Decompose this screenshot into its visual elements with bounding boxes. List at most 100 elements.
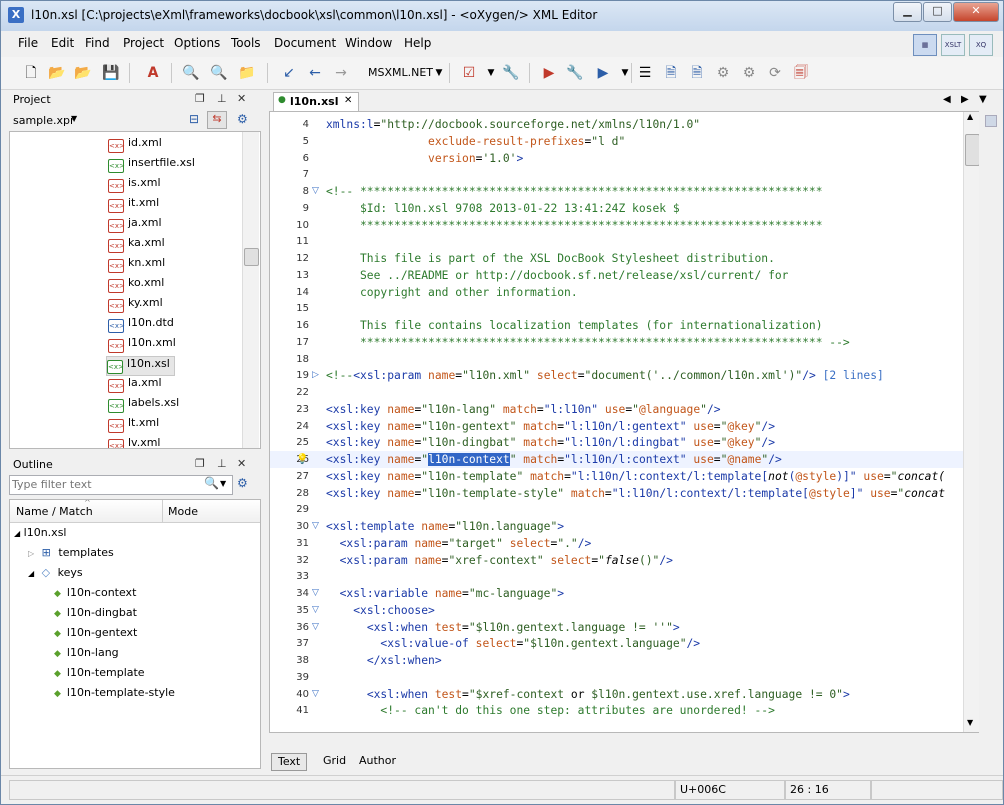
outline-key-item[interactable]: ◆ l10n-context bbox=[54, 586, 136, 604]
search-icon[interactable]: 🔍 bbox=[204, 476, 219, 490]
code-line[interactable]: 8 ▽ <!-- *********************************… bbox=[270, 183, 979, 200]
code-line[interactable]: 39 bbox=[270, 669, 979, 686]
menu-help[interactable]: Help bbox=[404, 36, 431, 50]
menu-find[interactable]: Find bbox=[85, 36, 110, 50]
settings-gear-icon[interactable]: ⚙ bbox=[237, 112, 248, 126]
code-line[interactable]: 27 <xsl:key name="l10n-template" match="l… bbox=[270, 468, 979, 485]
open-file-icon[interactable]: 📂 bbox=[47, 63, 67, 83]
debug-transformation-icon[interactable]: ▶ bbox=[593, 63, 613, 83]
mode-grid-tab[interactable]: Grid bbox=[317, 753, 352, 769]
validate-dropdown-icon[interactable]: ▼ bbox=[481, 63, 501, 83]
code-line[interactable]: 35 ▽ <xsl:choose> bbox=[270, 602, 979, 619]
code-line[interactable]: 9 $Id: l10n.xsl 9708 2013-01-22 13:41:24… bbox=[270, 200, 979, 217]
code-line[interactable]: 30 ▽ <xsl:template name="l10n.language"> bbox=[270, 518, 979, 535]
transform-dropdown-icon[interactable]: ▼ bbox=[615, 63, 635, 83]
scroll-up-icon[interactable]: ▲ bbox=[967, 112, 973, 121]
code-line[interactable]: 5 exclude-result-prefixes="l d" bbox=[270, 133, 979, 150]
code-line[interactable]: 31 <xsl:param name="target" select="."/> bbox=[270, 535, 979, 552]
menu-project[interactable]: Project bbox=[123, 36, 164, 50]
project-scrollbar-thumb[interactable] bbox=[244, 248, 259, 266]
find-in-files-icon[interactable]: 🔍 bbox=[209, 63, 229, 83]
pin-icon[interactable]: ⊥ bbox=[217, 457, 227, 470]
column-name-match[interactable]: Name / Match bbox=[16, 505, 93, 518]
overview-ruler[interactable] bbox=[979, 111, 1001, 751]
transformer-select[interactable]: MSXML.NET bbox=[368, 66, 433, 79]
expanded-arrow-icon[interactable]: ◢ bbox=[28, 569, 34, 578]
outline-filter-input[interactable] bbox=[12, 477, 202, 491]
editor-perspective-icon[interactable]: ▦ bbox=[913, 34, 937, 56]
code-line[interactable]: 32 <xsl:param name="xref-context" select… bbox=[270, 552, 979, 569]
forward-icon[interactable]: → bbox=[331, 63, 351, 83]
project-file-item[interactable]: <x> l10n.dtd bbox=[108, 316, 178, 334]
code-line[interactable]: 16 This file contains localization templ… bbox=[270, 317, 979, 334]
editor-scrollbar-thumb[interactable] bbox=[965, 134, 979, 166]
code-line[interactable]: 4 xmlns:l="http://docbook.sourceforge.net… bbox=[270, 116, 979, 133]
xslt-debugger-icon[interactable]: XSLT bbox=[941, 34, 965, 56]
associate-schema-icon[interactable]: 🗎 bbox=[687, 63, 707, 83]
collapse-all-icon[interactable]: ⊟ bbox=[189, 112, 199, 126]
code-line[interactable]: 19 ▷ <!--<xsl:param name = "l10n.xml" select… bbox=[270, 367, 979, 384]
code-line[interactable]: 41 <!-- can't do this one step: attribut… bbox=[270, 702, 979, 719]
code-line[interactable]: 36 ▽ <xsl:when test="$l10n.gentext.langua… bbox=[270, 619, 979, 636]
maximize-button[interactable]: □ bbox=[923, 2, 952, 22]
code-line[interactable]: 18 bbox=[270, 351, 979, 368]
menu-document[interactable]: Document bbox=[274, 36, 336, 50]
project-file-item[interactable]: <x> lv.xml bbox=[108, 436, 165, 448]
code-line[interactable]: 14 copyright and other information. bbox=[270, 284, 979, 301]
collapse-fold-icon[interactable]: ▽ bbox=[312, 585, 319, 602]
back-icon[interactable]: ← bbox=[305, 63, 325, 83]
restore-icon[interactable]: ❐ bbox=[195, 92, 205, 105]
collapse-fold-icon[interactable]: ▽ bbox=[312, 602, 319, 619]
compare-icon[interactable]: 🗐 bbox=[791, 63, 811, 83]
tab-list-icon[interactable]: ▼ bbox=[979, 94, 987, 105]
outline-key-item[interactable]: ◆ l10n-dingbat bbox=[54, 606, 137, 624]
xpath-icon[interactable]: ⚙ bbox=[713, 63, 733, 83]
column-mode[interactable]: Mode bbox=[168, 505, 198, 518]
project-file-item[interactable]: <x> ko.xml bbox=[108, 276, 168, 294]
save-icon[interactable]: 💾 bbox=[101, 63, 121, 83]
outline-key-item[interactable]: ◆ l10n-template-style bbox=[54, 686, 175, 704]
collapsed-arrow-icon[interactable]: ▷ bbox=[28, 549, 34, 558]
project-file-item[interactable]: <x> kn.xml bbox=[108, 256, 169, 274]
outline-templates-node[interactable]: ▷ ⊞ templates bbox=[28, 546, 114, 564]
folded-lines-marker[interactable]: [2 lines] bbox=[823, 369, 884, 382]
chevron-down-icon[interactable]: ▼ bbox=[71, 114, 77, 123]
code-line[interactable]: 6 version='1.0'> bbox=[270, 150, 979, 167]
collapse-fold-icon[interactable]: ▽ bbox=[312, 183, 319, 200]
go-to-last-edit-icon[interactable]: ↙ bbox=[279, 63, 299, 83]
code-line[interactable]: 40 ▽ <xsl:when test="$xref-context or $l1… bbox=[270, 686, 979, 703]
xquery-debugger-icon[interactable]: XQ bbox=[969, 34, 993, 56]
scroll-tabs-left-icon[interactable]: ◀ bbox=[943, 94, 951, 105]
spell-check-icon[interactable]: A bbox=[143, 63, 163, 83]
menu-file[interactable]: File bbox=[18, 36, 38, 50]
mode-author-tab[interactable]: Author bbox=[353, 753, 402, 769]
project-file-item[interactable]: <x> labels.xsl bbox=[108, 396, 183, 414]
minimize-button[interactable]: ▁ bbox=[893, 2, 922, 22]
code-line[interactable]: 17 *************************************… bbox=[270, 334, 979, 351]
chevron-down-icon[interactable]: ▼ bbox=[429, 63, 449, 83]
refresh-icon[interactable]: ⟳ bbox=[765, 63, 785, 83]
project-file-item[interactable]: <x> is.xml bbox=[108, 176, 165, 194]
project-file-item[interactable]: <x> lt.xml bbox=[108, 416, 163, 434]
code-line[interactable]: 38 </xsl:when> bbox=[270, 652, 979, 669]
code-line[interactable]: 12 This file is part of the XSL DocBook … bbox=[270, 250, 979, 267]
code-line[interactable]: 13 See ../README or http://docbook.sf.ne… bbox=[270, 267, 979, 284]
close-button[interactable]: ✕ bbox=[953, 2, 999, 22]
close-icon[interactable]: ✕ bbox=[237, 92, 246, 105]
code-line[interactable]: 24 <xsl:key name="l10n-gentext" match="l:… bbox=[270, 418, 979, 435]
scroll-down-icon[interactable]: ▼ bbox=[967, 718, 973, 727]
find-icon[interactable]: 🔍 bbox=[181, 63, 201, 83]
code-line[interactable]: 7 bbox=[270, 166, 979, 183]
pin-icon[interactable]: ⊥ bbox=[217, 92, 227, 105]
project-file-item[interactable]: <x> l10n.xsl bbox=[106, 356, 175, 376]
code-line[interactable]: 23 <xsl:key name="l10n-lang" match="l:l10… bbox=[270, 401, 979, 418]
menu-tools[interactable]: Tools bbox=[231, 36, 261, 50]
project-file-item[interactable]: <x> la.xml bbox=[108, 376, 166, 394]
project-scrollbar[interactable] bbox=[242, 132, 259, 448]
code-line[interactable]: 34 ▽ <xsl:variable name="mc-language"> bbox=[270, 585, 979, 602]
code-line[interactable]: 29 bbox=[270, 501, 979, 518]
quick-fix-bulb-icon[interactable]: 💡 bbox=[296, 451, 308, 468]
code-line[interactable]: 15 bbox=[270, 300, 979, 317]
menu-options[interactable]: Options bbox=[174, 36, 220, 50]
expand-fold-icon[interactable]: ▷ bbox=[312, 367, 319, 384]
